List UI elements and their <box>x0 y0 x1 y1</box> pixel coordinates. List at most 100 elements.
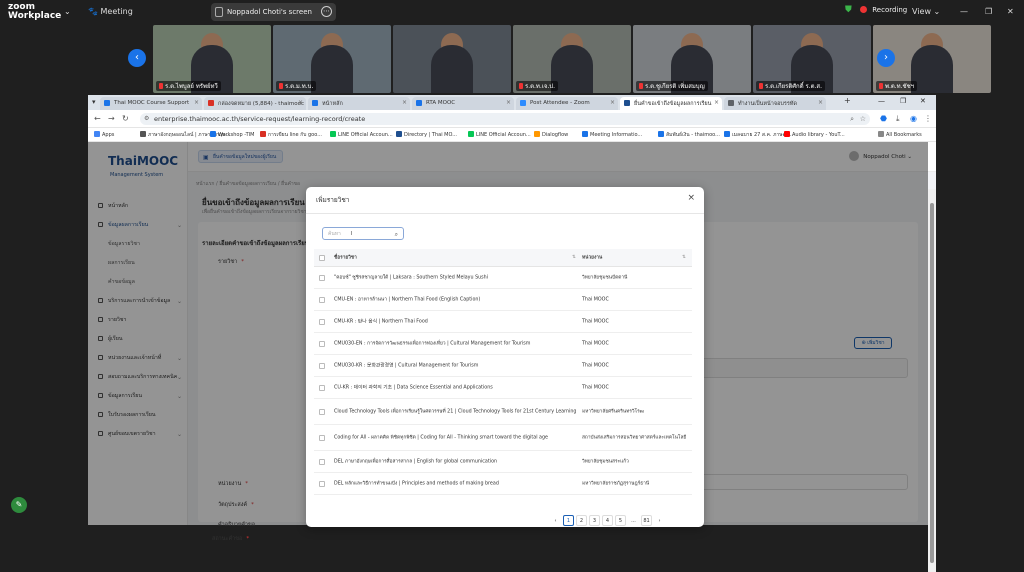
col-org-header[interactable]: หน่วยงาน <box>582 254 688 261</box>
page-button[interactable]: 1 <box>563 515 574 526</box>
page-button[interactable]: ‹ <box>550 516 561 527</box>
row-checkbox[interactable] <box>319 340 325 347</box>
download-icon[interactable]: ⤓ <box>896 114 900 124</box>
close-icon[interactable]: ✕ <box>1007 7 1014 16</box>
table-row[interactable]: "คอบซ์" ซูชิรสชาญลายใต้ | Laksara : Sout… <box>314 267 692 289</box>
meeting-menu[interactable]: 🐾 Meeting <box>88 7 133 16</box>
browser-tab[interactable]: ทำงานเป็นหน้าจอบรรทัด × <box>724 97 826 110</box>
annotate-pen-icon[interactable]: ✎ <box>11 497 27 513</box>
sort-icon[interactable]: ⇅ <box>682 255 686 260</box>
tab-close-icon[interactable]: × <box>194 99 199 106</box>
browser-menu-icon[interactable]: ⋮ <box>924 114 932 123</box>
tab-list-icon[interactable]: ▾ <box>92 98 96 106</box>
row-checkbox[interactable] <box>319 274 325 281</box>
chevron-right-icon[interactable]: › <box>877 49 895 67</box>
bookmark-star-icon[interactable]: ☆ <box>860 113 866 125</box>
participant-tile[interactable]: ร.ต.ชูเกียรติ เพิ่มสมบุญ <box>633 25 751 93</box>
tab-close-icon[interactable]: × <box>402 99 407 106</box>
scrollbar-thumb[interactable] <box>930 203 934 563</box>
bookmark-item[interactable]: Workshop -TIM <box>210 131 254 138</box>
extensions-icon[interactable]: ⬣ <box>880 114 887 123</box>
browser-tab[interactable]: กล่องจดหมาย (5,884) - thaimooc × <box>204 97 306 110</box>
tab-close-icon[interactable]: × <box>818 99 823 106</box>
select-all-checkbox[interactable] <box>319 254 325 261</box>
table-row[interactable]: Cloud Technology Tools เพื่อการเรียนรู้ใ… <box>314 399 692 425</box>
page-button[interactable]: 2 <box>576 515 587 526</box>
back-icon[interactable]: ← <box>94 114 101 123</box>
row-checkbox[interactable] <box>319 384 325 391</box>
participant-tile[interactable] <box>393 25 511 93</box>
window-close-icon[interactable]: ✕ <box>920 97 926 105</box>
table-row[interactable]: CMU-KR : 탄나 음식 | Northern Thai Food Thai … <box>314 311 692 333</box>
bookmark-item[interactable]: Apps <box>94 131 114 138</box>
page-button[interactable]: 3 <box>589 515 600 526</box>
screen-share-indicator[interactable]: Noppadol Choti's screen ⋯ <box>211 3 336 21</box>
site-info-icon[interactable]: ⚙ <box>144 113 149 125</box>
minimize-icon[interactable]: — <box>960 7 968 16</box>
reload-icon[interactable]: ↻ <box>122 114 129 123</box>
view-button[interactable]: View ⌄ <box>912 7 940 16</box>
page-button[interactable]: 4 <box>602 515 613 526</box>
browser-tab[interactable]: Post Attendee - Zoom × <box>516 97 618 110</box>
row-checkbox[interactable] <box>319 458 325 465</box>
page-button[interactable]: 5 <box>615 515 626 526</box>
row-checkbox[interactable] <box>319 434 325 441</box>
row-checkbox[interactable] <box>319 296 325 303</box>
tab-close-icon[interactable]: × <box>298 99 303 106</box>
new-tab-icon[interactable]: + <box>844 96 851 105</box>
window-restore-icon[interactable]: ❐ <box>900 97 906 105</box>
bookmark-item[interactable]: Dialogflow <box>534 131 568 138</box>
bookmark-item[interactable]: เมลฉบาย 27 ส.ค. ภาษอะ... <box>724 131 793 139</box>
restore-icon[interactable]: ❐ <box>985 7 992 16</box>
recording-indicator[interactable]: Recording <box>860 6 907 14</box>
table-row[interactable]: CMU-EN : อาหารล้านนา | Northern Thai Foo… <box>314 289 692 311</box>
browser-tab[interactable]: RTA MOOC × <box>412 97 514 110</box>
tab-close-icon[interactable]: × <box>714 99 719 106</box>
tab-close-icon[interactable]: × <box>610 99 615 106</box>
browser-tab[interactable]: Thai MOOC Course Support × <box>100 97 202 110</box>
table-row[interactable]: CMU030-KR : 문화관광경영 | Cultural Management… <box>314 355 692 377</box>
bookmark-item[interactable]: Directory | Thai MO... <box>396 131 457 138</box>
close-icon[interactable]: × <box>687 193 695 203</box>
table-row[interactable]: CU-KR : 데이터 과학의 기초 | Data Science Essent… <box>314 377 692 399</box>
participant-tile[interactable]: ร.ต.ท.เจ.ป. <box>513 25 631 93</box>
bookmark-item[interactable]: All Bookmarks <box>878 131 922 138</box>
search-icon[interactable]: ⌕ <box>395 229 398 241</box>
table-row[interactable]: Coding for All - ผลาคคิด พิชิตทุกพิชิต |… <box>314 425 692 451</box>
security-shield-icon[interactable]: ⛊ <box>845 5 852 15</box>
participant-tile[interactable]: ร.ต.ไพบูลย์ ทรัพย์ทวี <box>153 25 271 93</box>
chevron-down-icon[interactable]: ⌄ <box>64 7 71 16</box>
table-row[interactable]: CMU030-EN : การจัดการวัฒนธรรมเพื่อการท่อ… <box>314 333 692 355</box>
page-button[interactable]: › <box>654 516 665 527</box>
url-field[interactable]: ⚙ enterprise.thaimooc.ac.th/service-requ… <box>140 113 870 125</box>
forward-icon[interactable]: → <box>108 114 115 123</box>
participant-tile[interactable]: ร.ต.ม.ท.บ. <box>273 25 391 93</box>
table-row[interactable]: DEL ภาษาอังกฤษเพื่อการสื่อสารสากล | Engl… <box>314 451 692 473</box>
profile-icon[interactable]: ◉ <box>910 114 917 123</box>
page-scrollbar[interactable] <box>928 189 936 572</box>
bookmark-item[interactable]: LINE Official Accoun... <box>468 131 531 138</box>
bookmark-item[interactable]: Audio library - YouT... <box>784 131 845 138</box>
row-checkbox[interactable] <box>319 318 325 325</box>
bookmark-item[interactable]: การเขียน line กับ goo... <box>260 131 322 139</box>
sort-icon[interactable]: ⇅ <box>572 255 576 260</box>
table-row[interactable]: DEL หลักและวิธีการทำขนมปัง | Principles … <box>314 473 692 495</box>
tab-close-icon[interactable]: × <box>506 99 511 106</box>
col-course-header[interactable]: ชื่อรายวิชา <box>334 254 582 261</box>
window-minimize-icon[interactable]: — <box>878 97 885 105</box>
page-button[interactable]: 81 <box>641 515 652 526</box>
participant-tile[interactable]: ร.ต.เกียรติศักดิ์ ร.ต.ส. <box>753 25 871 93</box>
bookmark-item[interactable]: สัมพันธ์เงิน - thaimoo... <box>658 131 720 139</box>
bookmark-item[interactable]: Meeting Informatio... <box>582 131 642 138</box>
bookmark-label: Audio library - YouT... <box>792 132 845 138</box>
bookmark-item[interactable]: LINE Official Accoun... <box>330 131 393 138</box>
browser-tab[interactable]: หน้าหลัก × <box>308 97 410 110</box>
zoom-magnifier-icon[interactable]: ⌕ <box>850 113 854 125</box>
browser-tab[interactable]: ยื่นคำขอเข้าถึงข้อมูลผลการเรียน × <box>620 97 722 110</box>
row-checkbox[interactable] <box>319 408 325 415</box>
course-search-input[interactable]: ค้นหา I ⌕ <box>322 227 404 240</box>
row-checkbox[interactable] <box>319 480 325 487</box>
more-options-icon[interactable]: ⋯ <box>321 6 332 17</box>
row-checkbox[interactable] <box>319 362 325 369</box>
chevron-left-icon[interactable]: ‹ <box>128 49 146 67</box>
